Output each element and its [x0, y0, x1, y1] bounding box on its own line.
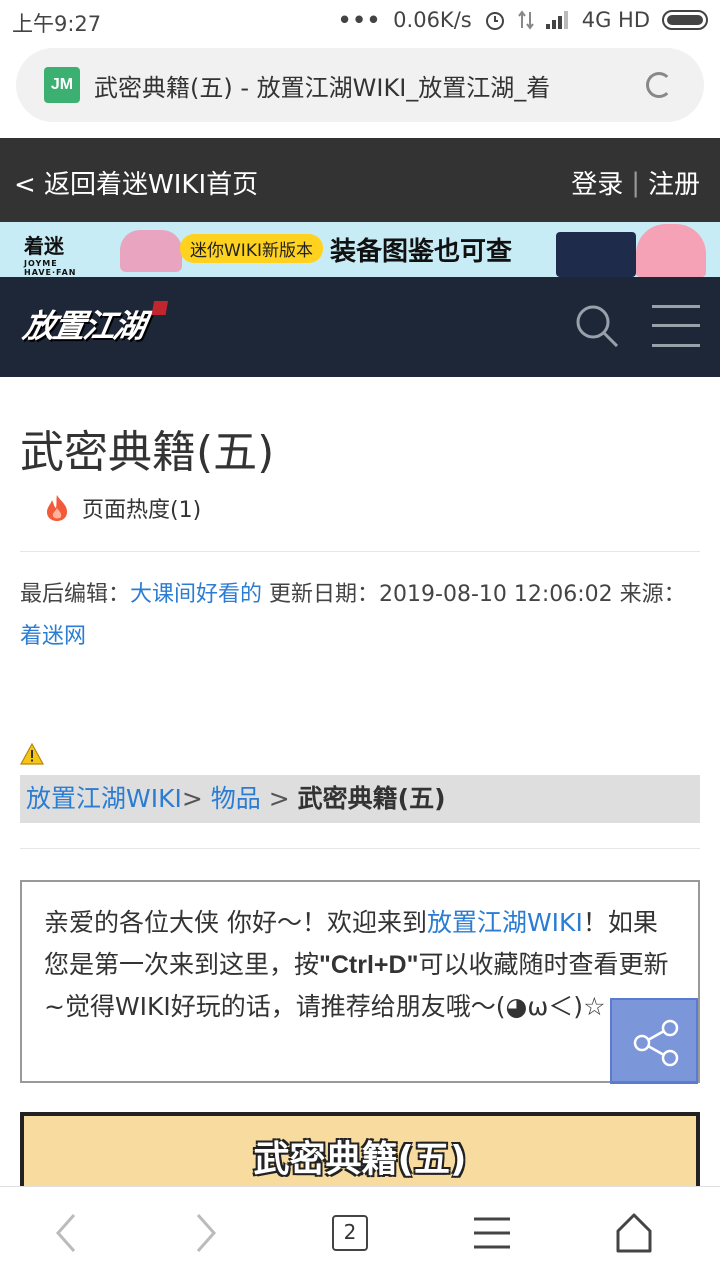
menu-lines-icon[interactable]: [472, 1211, 512, 1255]
breadcrumb-separator: >: [260, 784, 298, 813]
login-link[interactable]: 登录: [571, 164, 623, 201]
logo-seal: [151, 301, 169, 315]
site-logo-text: 放置江湖: [20, 307, 148, 345]
browser-toolbar: JM 武密典籍(五) - 放置江湖WIKI_放置江湖_着: [0, 40, 720, 138]
banner-headline: 装备图鉴也可查: [330, 237, 513, 267]
site-logo[interactable]: 放置江湖: [20, 301, 169, 347]
auth-separator: |: [631, 167, 640, 198]
promo-banner[interactable]: 着迷 JOYME HAVE·FAN 迷你WIKI新版本 装备图鉴也可查: [0, 222, 720, 277]
more-dots-icon: •••: [337, 8, 382, 32]
back-icon[interactable]: [52, 1211, 80, 1255]
update-info: 更新日期：2019-08-10 12:06:02 来源：: [262, 582, 686, 607]
joyme-logo-text: 着迷: [24, 234, 64, 258]
battery-icon: [662, 10, 708, 30]
last-edit-label: 最后编辑：: [20, 582, 131, 607]
banner-girl-image: [636, 224, 706, 277]
banner-character-image: [120, 230, 182, 272]
page-heat-label: 页面热度(1): [82, 498, 202, 523]
page-heat: 页面热度(1): [44, 492, 201, 524]
share-icon: [633, 1019, 679, 1067]
back-to-wiki-home-link[interactable]: < 返回着迷WIKI首页: [14, 164, 258, 201]
tabs-button[interactable]: 2: [332, 1215, 368, 1251]
forward-icon[interactable]: [192, 1211, 220, 1255]
search-icon[interactable]: [574, 303, 618, 347]
reload-icon[interactable]: [646, 72, 672, 98]
welcome-text: 亲爱的各位大侠 你好～！欢迎来到: [44, 908, 427, 937]
hotkey-text: "Ctrl+D": [319, 951, 419, 979]
share-button[interactable]: [610, 998, 698, 1084]
banner-pill: 迷你WIKI新版本: [180, 234, 323, 263]
breadcrumb-current: 武密典籍(五): [297, 784, 446, 813]
joyme-logo-sub: JOYME HAVE·FAN: [24, 259, 77, 277]
breadcrumb-category-link[interactable]: 物品: [211, 784, 261, 813]
breadcrumb-root-link[interactable]: 放置江湖WIKI: [26, 784, 182, 813]
joyme-logo: 着迷 JOYME HAVE·FAN: [24, 230, 96, 277]
wiki-home-link[interactable]: 放置江湖WIKI: [427, 908, 583, 937]
wiki-top-nav: < 返回着迷WIKI首页 登录 | 注册: [0, 138, 720, 222]
breadcrumb: 放置江湖WIKI> 物品 > 武密典籍(五): [20, 775, 700, 823]
welcome-notice: 亲爱的各位大侠 你好～！欢迎来到放置江湖WIKI！如果您是第一次来到这里，按"C…: [20, 880, 700, 1083]
page-title: 武密典籍(五): [20, 427, 275, 478]
editor-link[interactable]: 大课间好看的: [130, 582, 262, 607]
register-link[interactable]: 注册: [648, 164, 700, 201]
divider: [20, 551, 700, 552]
signal-icon: [545, 11, 570, 29]
status-time: 上午9:27: [12, 12, 102, 36]
flame-icon: [47, 495, 67, 521]
data-transfer-icon: [517, 10, 534, 30]
address-text[interactable]: 武密典籍(五) - 放置江湖WIKI_放置江湖_着: [94, 68, 614, 103]
page-meta: 最后编辑：大课间好看的 更新日期：2019-08-10 12:06:02 来源：…: [20, 574, 704, 658]
menu-icon[interactable]: [652, 303, 700, 349]
alarm-icon: [485, 12, 504, 30]
address-bar[interactable]: JM 武密典籍(五) - 放置江湖WIKI_放置江湖_着: [16, 48, 704, 122]
divider: [20, 848, 700, 849]
breadcrumb-separator: >: [181, 784, 211, 813]
network-type: 4G HD: [581, 8, 650, 32]
banner-phone-image: [556, 232, 636, 277]
network-speed: 0.06K/s: [393, 8, 472, 32]
site-header: 放置江湖: [0, 277, 720, 377]
item-title: 武密典籍(五): [253, 1139, 467, 1180]
warning-icon: [20, 742, 44, 765]
home-icon[interactable]: [614, 1211, 654, 1255]
browser-bottom-nav: 2: [0, 1186, 720, 1280]
site-favicon: JM: [44, 67, 80, 103]
source-link[interactable]: 着迷网: [20, 624, 86, 649]
status-bar: 上午9:27 ••• 0.06K/s 4G HD: [0, 0, 720, 40]
